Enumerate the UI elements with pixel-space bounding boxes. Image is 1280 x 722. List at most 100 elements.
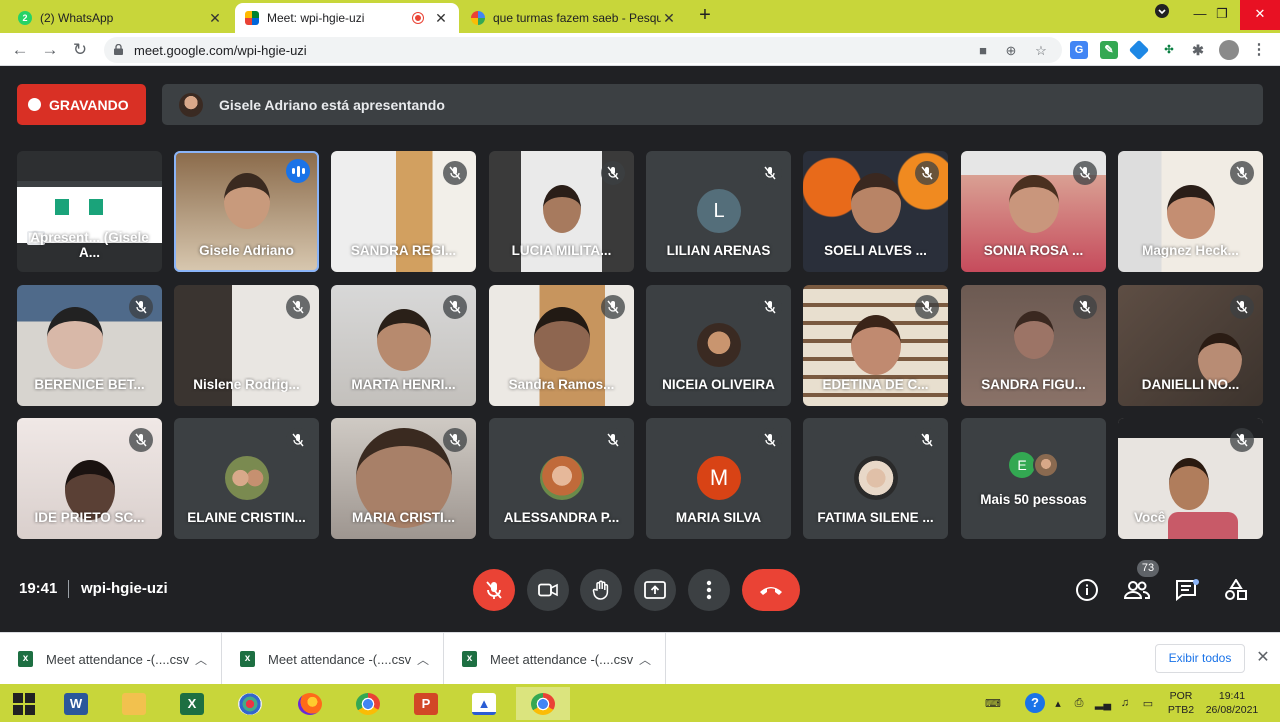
participant-tile[interactable]: Sandra Ramos... [489, 285, 634, 406]
address-bar[interactable]: meet.google.com/wpi-hgie-uzi ■ ⊕ ☆ [104, 37, 1062, 63]
camera-icon[interactable]: ■ [974, 42, 992, 60]
firefox-app-icon[interactable] [290, 687, 330, 720]
microphone-toggle-button[interactable] [473, 569, 515, 611]
network-icon[interactable]: ▂▄ [1092, 684, 1114, 722]
profile-avatar[interactable] [1219, 40, 1239, 60]
participant-tile[interactable]: SOELI ALVES ... [803, 151, 948, 272]
restore-icon[interactable]: ❐ [1202, 0, 1242, 30]
close-tab-icon[interactable]: ✕ [433, 10, 449, 27]
zoom-icon[interactable]: ⊕ [1002, 42, 1020, 60]
download-filename: Meet attendance -(....csv [268, 651, 412, 667]
more-options-button[interactable] [688, 569, 730, 611]
meeting-details-button[interactable] [1074, 577, 1100, 603]
close-tab-icon[interactable]: ✕ [207, 10, 223, 27]
participant-tile[interactable]: SANDRA REGI... [331, 151, 476, 272]
chrome-app-icon[interactable] [348, 687, 388, 720]
tab-whatsapp[interactable]: 2 (2) WhatsApp ✕ [8, 3, 233, 33]
menu-kebab-icon[interactable]: ⋮ [1250, 41, 1268, 59]
participant-name: ALESSANDRA P... [503, 510, 620, 525]
record-dot-icon [28, 98, 41, 111]
mic-off-icon [443, 428, 467, 452]
paint-app-icon[interactable] [230, 687, 270, 720]
close-icon[interactable]: ✕ [1254, 647, 1272, 669]
download-item[interactable]: x Meet attendance -(....csv ︿ [222, 633, 444, 685]
extension-icon[interactable]: ✎ [1100, 41, 1118, 59]
word-app-icon[interactable]: W [56, 687, 96, 720]
file-explorer-icon[interactable] [114, 687, 154, 720]
leave-call-button[interactable] [742, 569, 800, 611]
battery-icon[interactable]: ▭ [1136, 684, 1160, 722]
participant-tile[interactable]: Magnez Heck... [1118, 151, 1263, 272]
participant-tile[interactable]: Apresent... (Gisele A... [17, 151, 162, 272]
participant-tile[interactable]: MARIA CRISTI... [331, 418, 476, 539]
participant-tile[interactable]: NICEIA OLIVEIRA [646, 285, 791, 406]
reload-icon[interactable]: ↻ [68, 38, 92, 62]
participant-tile[interactable]: EDETINA DE C... [803, 285, 948, 406]
chevron-up-icon[interactable]: ︿ [191, 651, 211, 668]
activities-button[interactable] [1223, 577, 1249, 603]
new-tab-button[interactable]: + [694, 4, 716, 28]
participant-tile[interactable]: SANDRA FIGU... [961, 285, 1106, 406]
recording-badge[interactable]: GRAVANDO [17, 84, 146, 125]
participant-tile[interactable]: DANIELLI NO... [1118, 285, 1263, 406]
self-tile[interactable]: Você [1118, 418, 1263, 539]
participant-tile[interactable]: BERENICE BET... [17, 285, 162, 406]
keyboard-icon[interactable]: ⌨ [978, 684, 1008, 722]
people-button[interactable] [1124, 577, 1150, 603]
participant-tile[interactable]: ALESSANDRA P... [489, 418, 634, 539]
participant-tile[interactable]: ELAINE CRISTIN... [174, 418, 319, 539]
raise-hand-button[interactable] [580, 569, 622, 611]
download-item[interactable]: x Meet attendance -(....csv ︿ [0, 633, 222, 685]
more-participants-tile[interactable]: E Mais 50 pessoas [961, 418, 1106, 539]
participant-tile[interactable]: IDE PRIETO SC... [17, 418, 162, 539]
powerpoint-app-icon[interactable]: P [406, 687, 446, 720]
participant-name: Sandra Ramos... [508, 377, 615, 392]
extension-icon[interactable]: ✣ [1160, 41, 1178, 59]
download-item[interactable]: x Meet attendance -(....csv ︿ [444, 633, 666, 685]
present-screen-button[interactable] [634, 569, 676, 611]
avatar: M [697, 456, 741, 500]
participant-tile[interactable]: L LILIAN ARENAS [646, 151, 791, 272]
excel-app-icon[interactable]: X [172, 687, 212, 720]
close-window-icon[interactable]: ✕ [1240, 0, 1280, 30]
chrome-active-app-icon[interactable] [516, 687, 570, 720]
help-icon[interactable]: ? [1022, 684, 1048, 722]
printer-icon[interactable]: ⎙ [1068, 684, 1090, 722]
participant-tile[interactable]: SONIA ROSA ... [961, 151, 1106, 272]
avatar: E [1009, 452, 1035, 478]
participant-tile[interactable]: M MARIA SILVA [646, 418, 791, 539]
chevron-up-icon[interactable]: ︿ [635, 651, 655, 668]
start-windows-icon[interactable] [4, 687, 44, 720]
close-tab-icon[interactable]: ✕ [661, 10, 677, 27]
excel-file-icon: x [18, 651, 33, 667]
presenting-banner[interactable]: Gisele Adriano está apresentando [162, 84, 1263, 125]
extension-icon[interactable] [1128, 39, 1150, 61]
translate-extension-icon[interactable]: G [1070, 41, 1088, 59]
participant-tile[interactable]: Nislene Rodrig... [174, 285, 319, 406]
tab-search[interactable]: que turmas fazem saeb - Pesquis ✕ [461, 3, 687, 33]
forward-icon[interactable]: → [38, 38, 62, 62]
tab-meet[interactable]: Meet: wpi-hgie-uzi ✕ [235, 3, 459, 33]
recording-indicator-icon [413, 13, 423, 23]
editor-app-icon[interactable]: ▲ [464, 687, 504, 720]
back-icon[interactable]: ← [8, 38, 32, 62]
tab-search-icon[interactable] [1142, 0, 1182, 30]
puzzle-extensions-icon[interactable]: ✱ [1189, 41, 1207, 59]
camera-toggle-button[interactable] [527, 569, 569, 611]
participant-name: MARTA HENRI... [351, 377, 456, 392]
tab-title: que turmas fazem saeb - Pesquis [493, 11, 661, 25]
language-indicator[interactable]: POR PTB2 [1166, 689, 1196, 717]
participant-tile[interactable]: FATIMA SILENE ... [803, 418, 948, 539]
chevron-up-icon[interactable]: ︿ [413, 651, 433, 668]
chevron-up-icon[interactable]: ▴ [1050, 684, 1066, 722]
system-clock[interactable]: 19:41 26/08/2021 [1200, 689, 1264, 717]
participant-tile[interactable]: Gisele Adriano [174, 151, 319, 272]
chat-button[interactable] [1174, 577, 1200, 603]
divider [68, 580, 69, 598]
mic-off-icon [915, 161, 939, 185]
bookmark-star-icon[interactable]: ☆ [1032, 42, 1050, 60]
show-all-downloads-button[interactable]: Exibir todos [1155, 644, 1245, 673]
participant-tile[interactable]: LUCIA MILITA... [489, 151, 634, 272]
volume-icon[interactable]: ♫ [1116, 684, 1134, 722]
participant-tile[interactable]: MARTA HENRI... [331, 285, 476, 406]
